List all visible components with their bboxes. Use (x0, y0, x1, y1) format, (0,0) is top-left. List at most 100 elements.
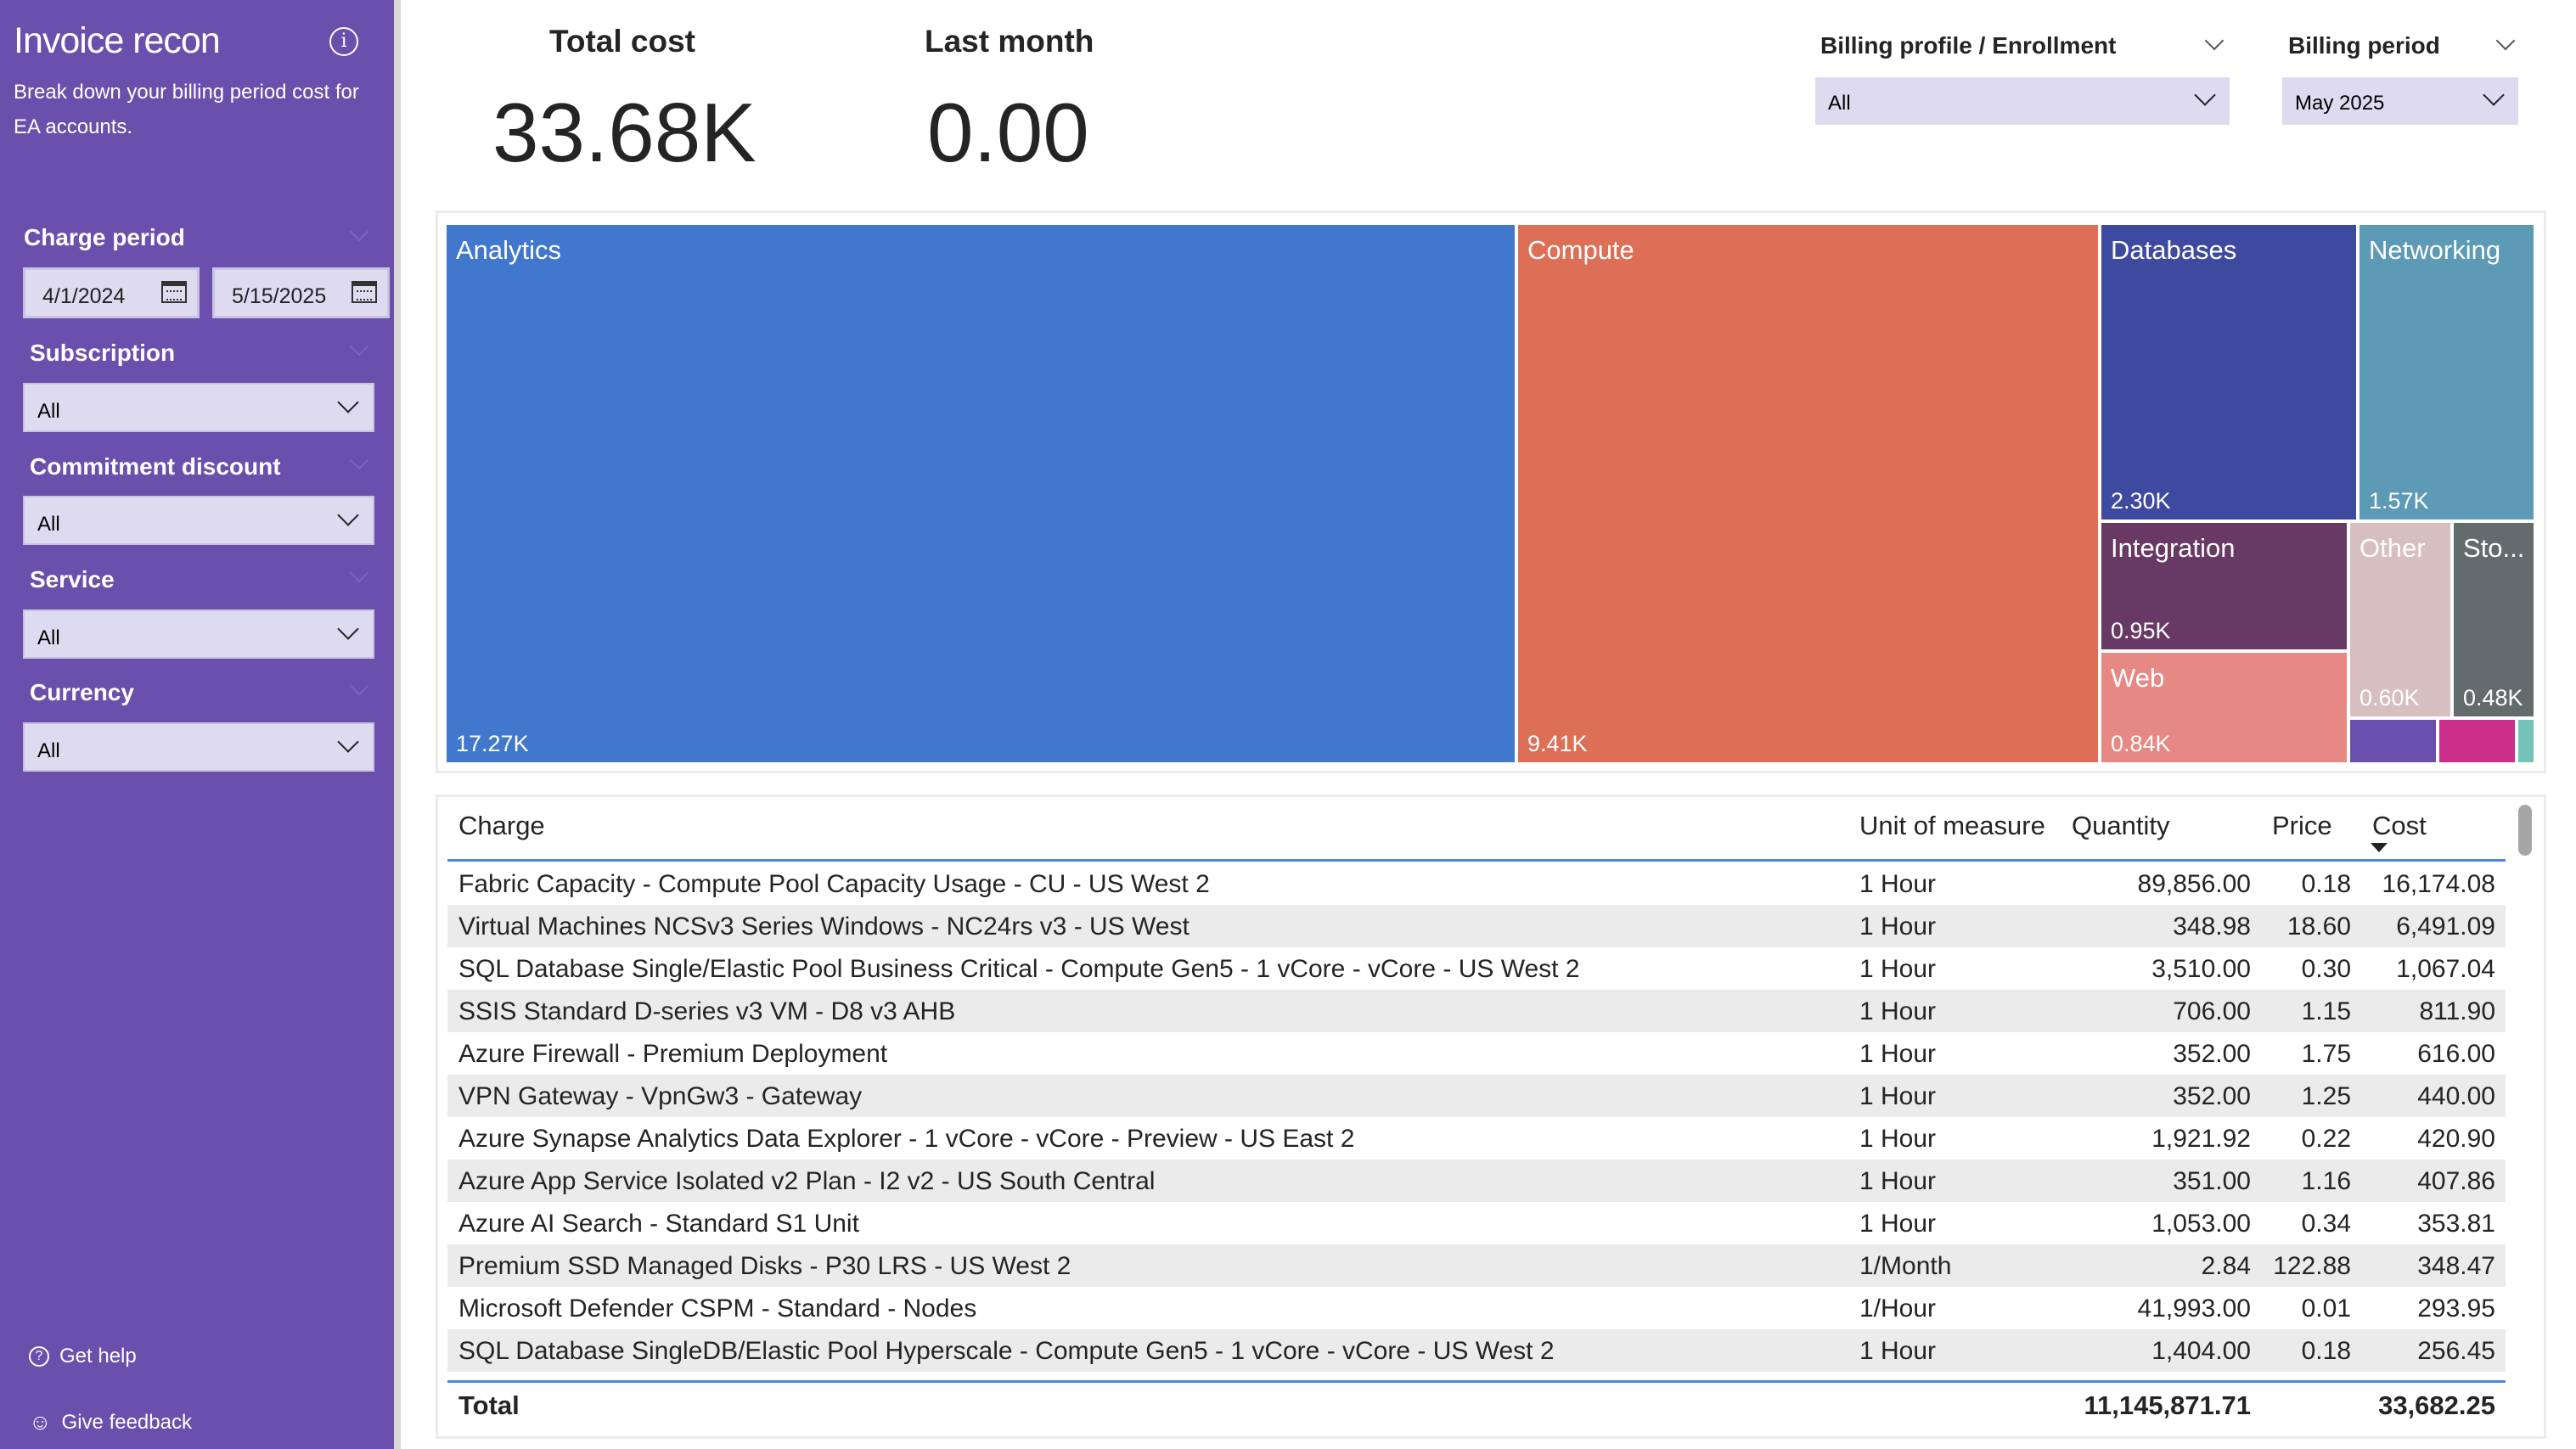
table-row[interactable]: Virtual Machines NCSv3 Series Windows - … (447, 905, 2506, 947)
end-date-value: 5/15/2025 (232, 284, 327, 308)
charge-cell: Fabric Capacity - Compute Pool Capacity … (458, 870, 1210, 898)
start-date-value: 4/1/2024 (42, 284, 126, 308)
unit-cell: 1 Hour (1859, 913, 1937, 941)
calendar-icon[interactable] (161, 281, 187, 303)
price-cell: 0.18 (2301, 870, 2351, 898)
cost-cell: 16,174.08 (2382, 870, 2495, 898)
treemap-tile[interactable]: Compute 9.41K (1518, 225, 2098, 762)
table-row[interactable]: SSIS Standard D-series v3 VM - D8 v3 AHB… (447, 990, 2506, 1032)
treemap-tile[interactable]: Networking 1.57K (2359, 225, 2534, 520)
treemap-tile[interactable]: Analytics 17.27K (447, 225, 1515, 762)
cost-cell: 256.45 (2417, 1337, 2495, 1365)
charge-cell: Azure Synapse Analytics Data Explorer - … (458, 1125, 1355, 1153)
treemap-tile[interactable] (2518, 720, 2534, 762)
treemap-tile[interactable]: Databases 2.30K (2101, 225, 2356, 520)
column-header-cost[interactable]: Cost (2372, 811, 2427, 841)
price-cell: 1.75 (2301, 1040, 2351, 1068)
feedback-icon: ☺ (29, 1409, 52, 1435)
column-header-charge[interactable]: Charge (458, 811, 545, 841)
last-month-label: Last month (925, 24, 1094, 59)
table-row[interactable]: Premium SSD Managed Disks - P30 LRS - US… (447, 1244, 2506, 1287)
treemap-tile[interactable] (2350, 720, 2436, 762)
total-divider (447, 1380, 2506, 1383)
charge-cell: Premium SSD Managed Disks - P30 LRS - US… (458, 1252, 1071, 1280)
unit-cell: 1 Hour (1859, 1337, 1937, 1365)
billing-profile-dropdown[interactable]: All (1815, 77, 2230, 125)
table-row[interactable]: SQL Database SingleDB/Elastic Pool Hyper… (447, 1329, 2506, 1372)
treemap-tile[interactable]: Integration 0.95K (2101, 523, 2347, 649)
treemap-tile[interactable] (2439, 720, 2515, 762)
commitment-discount-label: Commitment discount (30, 453, 281, 480)
charge-cell: Azure AI Search - Standard S1 Unit (458, 1210, 859, 1238)
get-help-label: Get help (59, 1345, 137, 1368)
cost-cell: 6,491.09 (2396, 913, 2495, 941)
treemap-tile[interactable]: Web 0.84K (2101, 653, 2347, 762)
table-row[interactable]: SQL Database Single/Elastic Pool Busines… (447, 947, 2506, 990)
billing-period-dropdown[interactable]: May 2025 (2282, 77, 2518, 125)
unit-cell: 1 Hour (1859, 997, 1937, 1025)
table-row[interactable]: Azure Firewall - Premium Deployment 1 Hou… (447, 1032, 2506, 1075)
give-feedback-link[interactable]: ☺ Give feedback (29, 1409, 192, 1435)
app-subtitle: Break down your billing period cost for … (14, 81, 359, 138)
chevron-down-icon[interactable] (349, 450, 369, 470)
cost-cell: 353.81 (2417, 1210, 2495, 1238)
unit-cell: 1 Hour (1859, 1210, 1937, 1238)
treemap-tile[interactable]: Other 0.60K (2350, 523, 2450, 716)
treemap-tile[interactable]: Sto... 0.48K (2454, 523, 2534, 716)
help-icon: ? (29, 1346, 49, 1367)
table-row[interactable]: Microsoft Defender CSPM - Standard - Nod… (447, 1287, 2506, 1329)
get-help-link[interactable]: ? Get help (29, 1345, 137, 1368)
info-icon[interactable]: i (329, 27, 358, 56)
charge-cell: Azure App Service Isolated v2 Plan - I2 … (458, 1167, 1156, 1195)
price-cell: 0.34 (2301, 1210, 2351, 1238)
chevron-down-icon[interactable] (2495, 31, 2516, 51)
column-header-price[interactable]: Price (2272, 811, 2332, 841)
cost-cell: 420.90 (2417, 1125, 2495, 1153)
tile-label: Other (2359, 533, 2426, 563)
table-row[interactable]: Azure Synapse Analytics Data Explorer - … (447, 1117, 2506, 1160)
column-header-unit[interactable]: Unit of measure (1859, 811, 2045, 841)
billing-period-label: Billing period (2288, 32, 2440, 59)
quantity-cell: 348.98 (2173, 913, 2251, 941)
total-quantity: 11,145,871.71 (2084, 1390, 2251, 1420)
subscription-label: Subscription (30, 340, 176, 366)
table-row[interactable]: VPN Gateway - VpnGw3 - Gateway 1 Hour 352.… (447, 1075, 2506, 1117)
unit-cell: 1/Month (1859, 1252, 1952, 1280)
currency-dropdown[interactable]: All (23, 722, 374, 772)
chevron-down-icon[interactable] (349, 563, 369, 583)
price-cell: 0.18 (2301, 1337, 2351, 1365)
chevron-down-icon[interactable] (2204, 31, 2224, 51)
quantity-cell: 706.00 (2173, 997, 2251, 1025)
chevron-down-icon[interactable] (349, 336, 369, 357)
unit-cell: 1 Hour (1859, 1167, 1937, 1195)
table-row[interactable]: Azure AI Search - Standard S1 Unit 1 Hour… (447, 1202, 2506, 1244)
chevron-down-icon (337, 731, 359, 753)
dropdown-value: May 2025 (2295, 92, 2385, 115)
table-row[interactable]: Fabric Capacity - Compute Pool Capacity … (447, 862, 2506, 905)
chevron-down-icon[interactable] (349, 222, 369, 242)
cost-cell: 407.86 (2417, 1167, 2495, 1195)
cost-cell: 293.95 (2417, 1295, 2495, 1323)
charge-period-end-input[interactable]: 5/15/2025 (212, 267, 390, 318)
tile-value: 2.30K (2111, 488, 2171, 514)
charge-cell: Azure Firewall - Premium Deployment (458, 1040, 888, 1068)
unit-cell: 1/Hour (1859, 1295, 1937, 1323)
calendar-icon[interactable] (352, 281, 377, 303)
unit-cell: 1 Hour (1859, 955, 1937, 983)
chevron-down-icon[interactable] (349, 676, 369, 696)
currency-label: Currency (30, 679, 134, 705)
quantity-cell: 1,404.00 (2151, 1337, 2251, 1365)
tile-value: 0.60K (2359, 685, 2420, 710)
charge-cell: VPN Gateway - VpnGw3 - Gateway (458, 1082, 863, 1110)
service-dropdown[interactable]: All (23, 609, 374, 659)
subscription-dropdown[interactable]: All (23, 383, 374, 432)
commitment-discount-dropdown[interactable]: All (23, 496, 374, 545)
cost-cell: 440.00 (2417, 1082, 2495, 1110)
charge-period-start-input[interactable]: 4/1/2024 (23, 267, 200, 318)
cost-cell: 348.47 (2417, 1252, 2495, 1280)
sort-descending-icon[interactable] (2371, 843, 2388, 852)
tile-label: Integration (2111, 533, 2236, 563)
column-header-quantity[interactable]: Quantity (2072, 811, 2169, 841)
table-scrollbar[interactable] (2518, 805, 2532, 856)
table-row[interactable]: Azure App Service Isolated v2 Plan - I2 … (447, 1160, 2506, 1202)
